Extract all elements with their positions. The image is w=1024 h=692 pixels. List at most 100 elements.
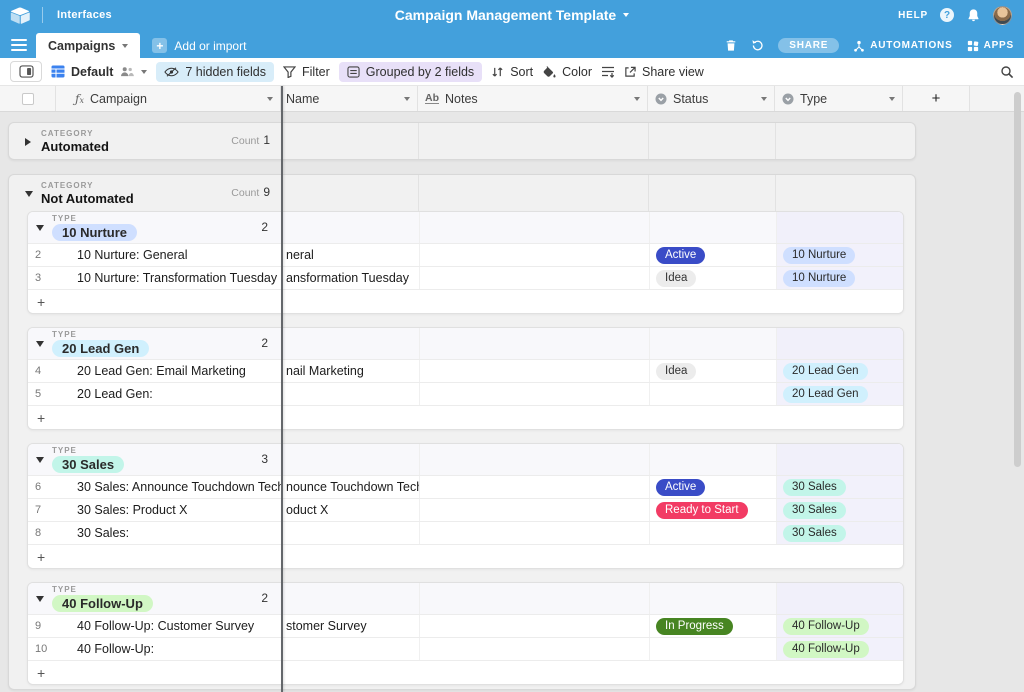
collapse-expanded-icon[interactable] xyxy=(36,596,44,602)
table-row[interactable]: 9 40 Follow-Up: Customer Survey stomer S… xyxy=(28,615,903,638)
interfaces-link[interactable]: Interfaces xyxy=(57,9,112,21)
filter-button[interactable]: Filter xyxy=(283,65,330,79)
notes-cell[interactable] xyxy=(419,360,649,382)
notes-cell[interactable] xyxy=(419,383,649,405)
help-button[interactable]: HELP xyxy=(898,10,928,21)
type-cell[interactable]: 10 Nurture xyxy=(776,267,903,289)
select-all-checkbox[interactable] xyxy=(0,86,56,111)
subgroup-header[interactable]: TYPE 20 Lead Gen 2 xyxy=(28,328,903,360)
name-cell[interactable] xyxy=(282,638,419,660)
title-caret-icon[interactable] xyxy=(623,13,629,17)
add-row-button[interactable]: + xyxy=(28,290,903,313)
subgroup-header[interactable]: TYPE 30 Sales 3 xyxy=(28,444,903,476)
group-header-not-automated[interactable]: CATEGORY Not Automated Count9 xyxy=(9,175,915,211)
status-cell[interactable] xyxy=(649,383,776,405)
subgroup-header[interactable]: TYPE 10 Nurture 2 xyxy=(28,212,903,244)
type-cell[interactable]: 20 Lead Gen xyxy=(776,360,903,382)
status-cell[interactable]: In Progress xyxy=(649,615,776,637)
hidden-fields-button[interactable]: 7 hidden fields xyxy=(156,62,274,82)
share-button[interactable]: SHARE xyxy=(778,38,839,53)
name-cell[interactable]: nail Marketing xyxy=(282,360,419,382)
notes-cell[interactable] xyxy=(419,499,649,521)
table-row[interactable]: 8 30 Sales: 30 Sales xyxy=(28,522,903,545)
column-header-status[interactable]: Status xyxy=(648,86,775,111)
name-cell[interactable]: neral xyxy=(282,244,419,266)
notes-cell[interactable] xyxy=(419,244,649,266)
column-header-notes[interactable]: Ab Notes xyxy=(418,86,648,111)
chevron-down-icon[interactable] xyxy=(761,97,767,101)
notes-cell[interactable] xyxy=(419,267,649,289)
history-icon[interactable] xyxy=(751,39,764,52)
add-field-button[interactable]: + xyxy=(903,86,970,111)
name-cell[interactable] xyxy=(282,522,419,544)
add-row-button[interactable]: + xyxy=(28,406,903,429)
column-header-campaign[interactable]: ƒx Campaign xyxy=(56,86,281,111)
type-cell[interactable]: 30 Sales xyxy=(776,522,903,544)
table-row[interactable]: 5 20 Lead Gen: 20 Lead Gen xyxy=(28,383,903,406)
campaign-cell[interactable]: 40 Follow-Up: Customer Survey xyxy=(58,615,282,637)
table-row[interactable]: 7 30 Sales: Product X oduct X Ready to S… xyxy=(28,499,903,522)
chevron-down-icon[interactable] xyxy=(889,97,895,101)
notes-cell[interactable] xyxy=(419,638,649,660)
search-icon[interactable] xyxy=(1000,65,1014,79)
type-cell[interactable]: 40 Follow-Up xyxy=(776,615,903,637)
chevron-down-icon[interactable] xyxy=(634,97,640,101)
notifications-bell-icon[interactable] xyxy=(966,8,981,23)
subgroup-header[interactable]: TYPE 40 Follow-Up 2 xyxy=(28,583,903,615)
status-cell[interactable]: Idea xyxy=(649,267,776,289)
column-header-name[interactable]: Name xyxy=(281,86,418,111)
table-row[interactable]: 2 10 Nurture: General neral Active 10 Nu… xyxy=(28,244,903,267)
group-button[interactable]: Grouped by 2 fields xyxy=(339,62,482,82)
type-cell[interactable]: 20 Lead Gen xyxy=(776,383,903,405)
table-row[interactable]: 4 20 Lead Gen: Email Marketing nail Mark… xyxy=(28,360,903,383)
status-cell[interactable]: Idea xyxy=(649,360,776,382)
campaign-cell[interactable]: 30 Sales: Product X xyxy=(58,499,282,521)
status-cell[interactable]: Active xyxy=(649,244,776,266)
apps-button[interactable]: APPS xyxy=(967,40,1014,52)
name-cell[interactable]: stomer Survey xyxy=(282,615,419,637)
name-cell[interactable]: ansformation Tuesday xyxy=(282,267,419,289)
name-cell[interactable]: oduct X xyxy=(282,499,419,521)
view-sidebar-toggle-button[interactable] xyxy=(10,61,42,82)
group-header-automated[interactable]: CATEGORY Automated Count1 xyxy=(9,123,915,159)
collapse-expanded-icon[interactable] xyxy=(25,191,33,197)
campaign-cell[interactable]: 40 Follow-Up: xyxy=(58,638,282,660)
notes-cell[interactable] xyxy=(419,522,649,544)
notes-cell[interactable] xyxy=(419,615,649,637)
status-cell[interactable]: Ready to Start xyxy=(649,499,776,521)
automations-button[interactable]: AUTOMATIONS xyxy=(853,40,952,52)
tab-campaigns[interactable]: Campaigns xyxy=(36,33,140,58)
column-header-type[interactable]: Type xyxy=(775,86,903,111)
campaign-cell[interactable]: 10 Nurture: General xyxy=(58,244,282,266)
notes-cell[interactable] xyxy=(419,476,649,498)
chevron-down-icon[interactable] xyxy=(267,97,273,101)
campaign-cell[interactable]: 30 Sales: xyxy=(58,522,282,544)
campaign-cell[interactable]: 10 Nurture: Transformation Tuesday xyxy=(58,267,282,289)
collapse-expanded-icon[interactable] xyxy=(36,225,44,231)
sort-button[interactable]: Sort xyxy=(491,65,533,79)
add-or-import-button[interactable]: + Add or import xyxy=(152,38,246,53)
help-question-icon[interactable]: ? xyxy=(940,8,954,22)
expand-collapsed-icon[interactable] xyxy=(25,138,31,146)
type-cell[interactable]: 40 Follow-Up xyxy=(776,638,903,660)
add-row-button[interactable]: + xyxy=(28,661,903,684)
table-row[interactable]: 10 40 Follow-Up: 40 Follow-Up xyxy=(28,638,903,661)
campaign-cell[interactable]: 30 Sales: Announce Touchdown Tech Acad..… xyxy=(58,476,282,498)
frozen-pane-divider[interactable] xyxy=(281,86,283,692)
type-cell[interactable]: 30 Sales xyxy=(776,476,903,498)
campaign-cell[interactable]: 20 Lead Gen: xyxy=(58,383,282,405)
table-row[interactable]: 3 10 Nurture: Transformation Tuesday ans… xyxy=(28,267,903,290)
add-row-button[interactable]: + xyxy=(28,545,903,568)
name-cell[interactable] xyxy=(282,383,419,405)
vertical-scrollbar[interactable] xyxy=(1014,92,1021,467)
status-cell[interactable] xyxy=(649,522,776,544)
tab-caret-icon[interactable] xyxy=(122,44,128,48)
view-switcher[interactable]: Default xyxy=(51,65,147,79)
user-avatar[interactable] xyxy=(993,6,1012,25)
table-row[interactable]: 6 30 Sales: Announce Touchdown Tech Acad… xyxy=(28,476,903,499)
airtable-logo-icon[interactable] xyxy=(10,7,30,24)
share-view-button[interactable]: Share view xyxy=(624,65,704,79)
collapse-expanded-icon[interactable] xyxy=(36,341,44,347)
trash-icon[interactable] xyxy=(725,39,737,52)
status-cell[interactable]: Active xyxy=(649,476,776,498)
